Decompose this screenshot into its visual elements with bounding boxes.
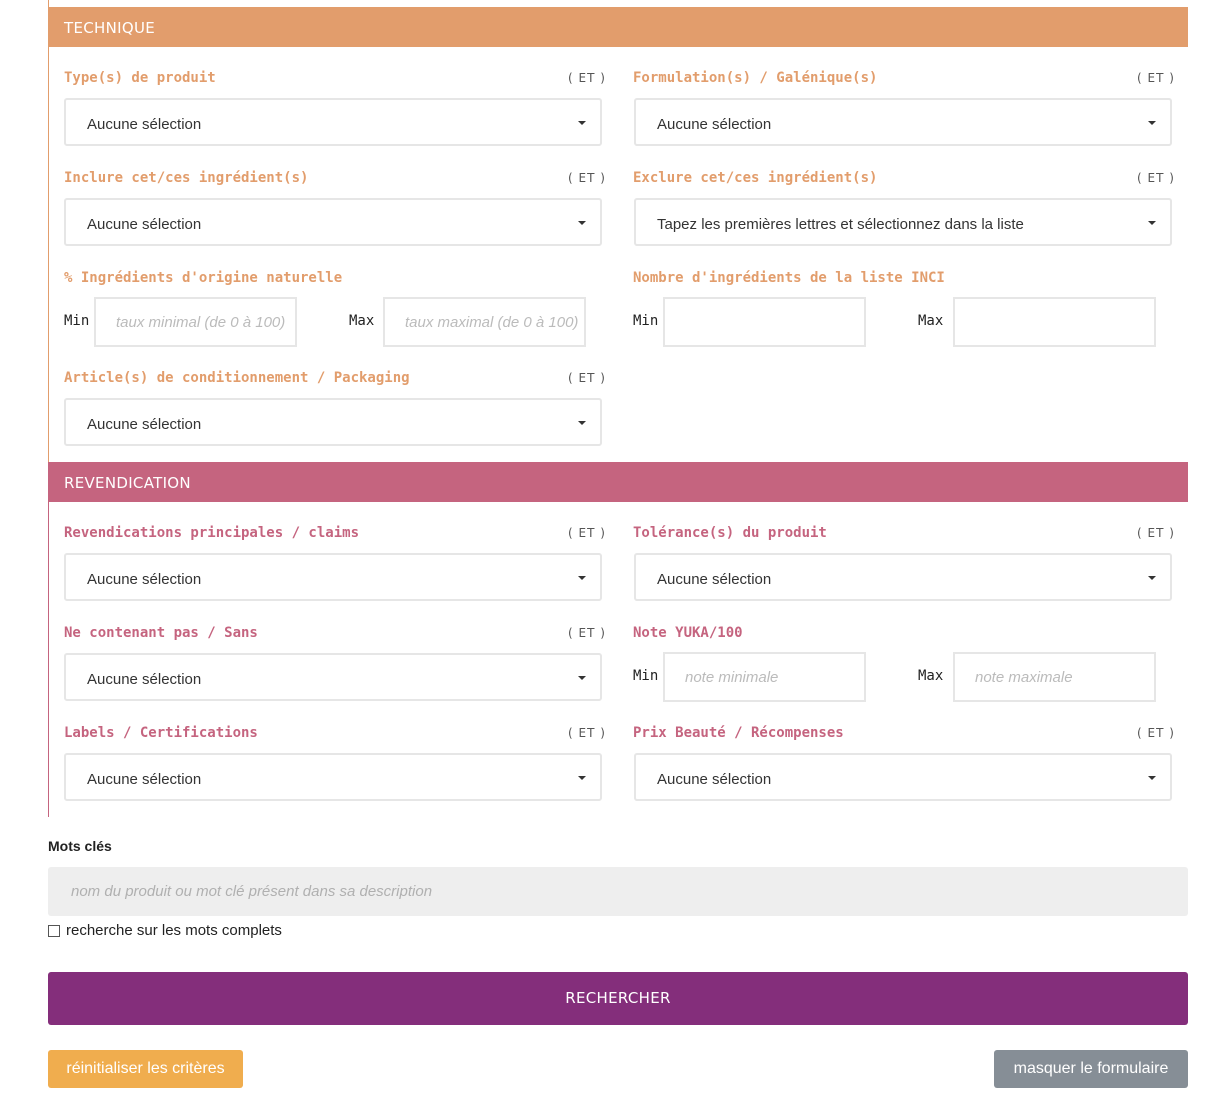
formulations-select[interactable]: Aucune sélection xyxy=(634,98,1172,146)
hide-form-button[interactable]: masquer le formulaire xyxy=(994,1050,1188,1088)
product-types-label: Type(s) de produit xyxy=(64,70,216,86)
chevron-down-icon xyxy=(578,121,586,125)
reset-criteria-button[interactable]: réinitialiser les critères xyxy=(48,1050,243,1088)
include-ingredients-label: Inclure cet/ces ingrédient(s) xyxy=(64,170,309,186)
labels-select[interactable]: Aucune sélection xyxy=(64,753,602,801)
include-ingredients-select[interactable]: Aucune sélection xyxy=(64,198,602,246)
revendication-section-border xyxy=(48,462,49,817)
chevron-down-icon xyxy=(1148,776,1156,780)
awards-select[interactable]: Aucune sélection xyxy=(634,753,1172,801)
yuka-min-label: Min xyxy=(633,668,659,684)
formulations-operator: ( ET ) xyxy=(1137,71,1175,85)
revendication-section-header: REVENDICATION xyxy=(48,462,1188,502)
chevron-down-icon xyxy=(1148,121,1156,125)
chevron-down-icon xyxy=(578,776,586,780)
claims-operator: ( ET ) xyxy=(568,526,606,540)
tolerances-label: Tolérance(s) du produit xyxy=(633,525,827,541)
claims-select[interactable]: Aucune sélection xyxy=(64,553,602,601)
whole-words-label[interactable]: recherche sur les mots complets xyxy=(66,922,282,939)
whole-words-checkbox[interactable] xyxy=(48,925,60,937)
without-value: Aucune sélection xyxy=(87,671,202,688)
technique-section-header: TECHNIQUE xyxy=(48,7,1188,47)
tolerances-operator: ( ET ) xyxy=(1137,526,1175,540)
packaging-operator: ( ET ) xyxy=(568,371,606,385)
product-types-operator: ( ET ) xyxy=(568,71,606,85)
search-button[interactable]: RECHERCHER xyxy=(48,972,1188,1025)
without-label: Ne contenant pas / Sans xyxy=(64,625,258,641)
yuka-label: Note YUKA/100 xyxy=(633,625,743,641)
product-types-value: Aucune sélection xyxy=(87,116,202,133)
include-ingredients-value: Aucune sélection xyxy=(87,216,202,233)
chevron-down-icon xyxy=(578,221,586,225)
yuka-min-input[interactable] xyxy=(663,652,866,702)
keywords-input[interactable] xyxy=(48,867,1188,916)
awards-value: Aucune sélection xyxy=(657,771,772,788)
claims-value: Aucune sélection xyxy=(87,571,202,588)
packaging-select[interactable]: Aucune sélection xyxy=(64,398,602,446)
exclude-ingredients-operator: ( ET ) xyxy=(1137,171,1175,185)
tolerances-select[interactable]: Aucune sélection xyxy=(634,553,1172,601)
chevron-down-icon xyxy=(578,421,586,425)
chevron-down-icon xyxy=(578,676,586,680)
tolerances-value: Aucune sélection xyxy=(657,571,772,588)
without-operator: ( ET ) xyxy=(568,626,606,640)
natural-origin-min-input[interactable] xyxy=(94,297,297,347)
claims-label: Revendications principales / claims xyxy=(64,525,360,541)
include-ingredients-operator: ( ET ) xyxy=(568,171,606,185)
natural-origin-max-label: Max xyxy=(349,313,375,329)
formulations-label: Formulation(s) / Galénique(s) xyxy=(633,70,878,86)
inci-count-min-input[interactable] xyxy=(663,297,866,347)
natural-origin-label: % Ingrédients d'origine naturelle xyxy=(64,270,343,286)
product-types-select[interactable]: Aucune sélection xyxy=(64,98,602,146)
formulations-value: Aucune sélection xyxy=(657,116,772,133)
labels-label: Labels / Certifications xyxy=(64,725,258,741)
inci-count-label: Nombre d'ingrédients de la liste INCI xyxy=(633,270,945,286)
awards-label: Prix Beauté / Récompenses xyxy=(633,725,844,741)
labels-operator: ( ET ) xyxy=(568,726,606,740)
exclude-ingredients-value: Tapez les premières lettres et sélection… xyxy=(657,216,1024,233)
exclude-ingredients-select[interactable]: Tapez les premières lettres et sélection… xyxy=(634,198,1172,246)
labels-value: Aucune sélection xyxy=(87,771,202,788)
natural-origin-min-label: Min xyxy=(64,313,90,329)
without-select[interactable]: Aucune sélection xyxy=(64,653,602,701)
packaging-label: Article(s) de conditionnement / Packagin… xyxy=(64,370,410,386)
inci-count-min-label: Min xyxy=(633,313,659,329)
inci-count-max-label: Max xyxy=(918,313,944,329)
awards-operator: ( ET ) xyxy=(1137,726,1175,740)
yuka-max-input[interactable] xyxy=(953,652,1156,702)
exclude-ingredients-label: Exclure cet/ces ingrédient(s) xyxy=(633,170,878,186)
natural-origin-max-input[interactable] xyxy=(383,297,586,347)
keywords-label: Mots clés xyxy=(48,838,112,854)
inci-count-max-input[interactable] xyxy=(953,297,1156,347)
chevron-down-icon xyxy=(1148,576,1156,580)
chevron-down-icon xyxy=(578,576,586,580)
technique-section-border xyxy=(48,0,49,462)
yuka-max-label: Max xyxy=(918,668,944,684)
chevron-down-icon xyxy=(1148,221,1156,225)
packaging-value: Aucune sélection xyxy=(87,416,202,433)
